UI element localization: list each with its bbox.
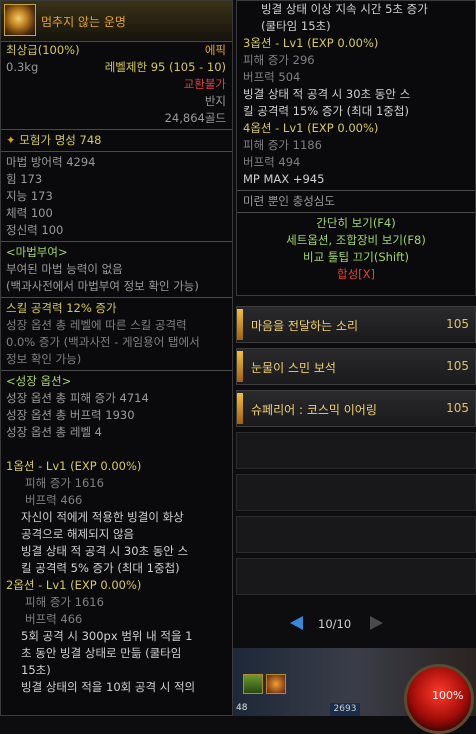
enchant-line: (백과사전에서 마법부여 정보 확인 가능) — [6, 279, 199, 293]
option4-damage: 피해 증가 1186 — [243, 138, 322, 152]
pager: 10/10 — [290, 614, 410, 636]
item-icon — [237, 351, 243, 382]
skill-header: 스킬 공격력 12% 증가 — [6, 301, 117, 315]
item-ring-icon — [4, 4, 36, 36]
fame-row: ✦ 모험가 명성 748 — [1, 132, 232, 149]
option2-line: 5회 공격 시 300px 범위 내 적을 1 — [21, 629, 193, 643]
simple-view-button[interactable]: 간단히 보기(F4) — [237, 215, 475, 232]
growth-line: 성장 옵션 총 버프력 1930 — [6, 408, 135, 422]
option1-line: 빙결 상태 적 공격 시 30초 동안 스 — [21, 544, 189, 558]
divider — [1, 129, 232, 130]
hp-percent: 100% — [432, 689, 464, 702]
item-level-limit: 레벨제한 95 (105 - 10) — [104, 60, 226, 74]
untradable-label: 교환불가 — [183, 77, 226, 91]
item-icon — [237, 309, 243, 340]
carry-line: (쿨타임 15초) — [261, 19, 331, 33]
skill-line: 성장 옵션 총 레벨에 따른 스킬 공격력 — [6, 318, 187, 332]
divider — [1, 370, 232, 371]
empty-list-slot — [236, 558, 476, 595]
enchant-header: <마법부여> — [6, 245, 68, 259]
option1-line: 킬 공격력 5% 증가 (최대 1중첩) — [21, 561, 180, 575]
tooltip-header: 멈추지 않는 운명 — [1, 1, 232, 42]
list-item-name: 슈페리어 : 코스믹 이어링 — [251, 403, 377, 417]
prev-page-icon[interactable] — [290, 616, 303, 630]
option3-line: 킬 공격력 15% 증가 (최대 1중첩) — [243, 104, 409, 118]
adventurer-fame: 모험가 명성 748 — [19, 133, 102, 147]
empty-list-slot — [236, 474, 476, 511]
stat-line: 체력 100 — [6, 206, 53, 220]
empty-list-slot — [236, 516, 476, 553]
item-grade: 최상급(100%) — [6, 43, 80, 57]
option3-buff: 버프력 504 — [243, 70, 301, 84]
item-tooltip-continued: 빙결 상태 이상 지속 시간 5초 증가 (쿨타임 15초) 3옵션 - Lv1… — [236, 0, 476, 296]
item-rarity: 에픽 — [204, 43, 226, 57]
empty-list-slot — [236, 432, 476, 469]
list-item[interactable]: 슈페리어 : 코스믹 이어링 105 — [236, 390, 476, 427]
option1-line: 자신이 적에게 적용한 빙결이 화상 — [21, 510, 184, 524]
option4-buff: 버프력 494 — [243, 155, 301, 169]
enchant-line: 부여된 마법 능력이 없음 — [6, 262, 123, 276]
growth-line: 성장 옵션 총 피해 증가 4714 — [6, 391, 149, 405]
option2-buff: 버프력 466 — [25, 612, 83, 626]
option4-mp: MP MAX +945 — [243, 172, 325, 186]
option1-line: 공격으로 해제되지 않음 — [21, 527, 135, 541]
option4-header: 4옵션 - Lv1 (EXP 0.00%) — [243, 121, 379, 135]
untradable-row: 교환불가 — [1, 76, 232, 93]
list-item-name: 마음을 전달하는 소리 — [251, 319, 358, 333]
item-weight-row: 0.3kg 레벨제한 95 (105 - 10) — [1, 59, 232, 76]
set-option-button[interactable]: 세트옵션, 조합장비 보기(F8) — [237, 232, 475, 249]
list-item-count: 105 — [446, 401, 469, 415]
item-slot: 반지 — [204, 94, 226, 108]
option3-line: 빙결 상태 적 공격 시 30초 동안 스 — [243, 87, 411, 101]
skill-line: 0.0% 증가 (백과사전 - 게임용어 탭에서 — [6, 335, 200, 349]
currency-counter: 2693 — [330, 703, 360, 716]
divider — [1, 151, 232, 152]
fame-icon: ✦ — [6, 133, 16, 147]
option1-buff: 버프력 466 — [25, 493, 83, 507]
option3-damage: 피해 증가 296 — [243, 53, 315, 67]
craft-button[interactable]: 합성[X] — [237, 266, 475, 283]
price-row: 24,864골드 — [1, 110, 232, 127]
item-tooltip-main: 멈추지 않는 운명 최상급(100%) 에픽 0.3kg 레벨제한 95 (10… — [0, 0, 233, 716]
growth-line: 성장 옵션 총 레벨 4 — [6, 425, 102, 439]
option2-line: 초 동안 빙결 상태로 만듦 (쿨타임 — [21, 646, 182, 660]
next-page-icon[interactable] — [370, 616, 383, 630]
list-item-name: 눈물이 스민 보석 — [251, 361, 336, 375]
option2-header: 2옵션 - Lv1 (EXP 0.00%) — [6, 578, 142, 592]
slot-row: 반지 — [1, 93, 232, 110]
stat-line: 힘 173 — [6, 172, 43, 186]
flavor-text: 미련 뿐인 충성심도 — [243, 194, 335, 208]
list-item[interactable]: 마음을 전달하는 소리 105 — [236, 306, 476, 343]
skill-line: 정보 확인 가능) — [6, 352, 82, 366]
item-name: 멈추지 않는 운명 — [41, 15, 126, 29]
option1-header: 1옵션 - Lv1 (EXP 0.00%) — [6, 459, 142, 473]
list-item-count: 105 — [446, 317, 469, 331]
divider — [1, 241, 232, 242]
growth-header: <성장 옵션> — [6, 374, 72, 388]
page-indicator: 10/10 — [318, 617, 352, 631]
compare-tooltip-button[interactable]: 비교 툴팁 끄기(Shift) — [237, 249, 475, 266]
list-item-count: 105 — [446, 359, 469, 373]
option2-damage: 피해 증가 1616 — [25, 595, 104, 609]
quickslot-orb-icon[interactable] — [266, 674, 286, 694]
divider — [1, 297, 232, 298]
option2-line: 15초) — [21, 663, 51, 677]
item-grade-row: 최상급(100%) 에픽 — [1, 42, 232, 59]
option1-damage: 피해 증가 1616 — [25, 476, 104, 490]
item-icon — [237, 393, 243, 424]
stat-line: 정신력 100 — [6, 223, 64, 237]
option3-header: 3옵션 - Lv1 (EXP 0.00%) — [243, 36, 379, 50]
stat-line: 지능 173 — [6, 189, 53, 203]
option2-line: 빙결 상태의 적을 10회 공격 시 적의 — [21, 680, 196, 694]
item-price: 24,864골드 — [164, 111, 226, 125]
list-item[interactable]: 눈물이 스민 보석 105 — [236, 348, 476, 385]
divider — [237, 190, 475, 191]
carry-line: 빙결 상태 이상 지속 시간 5초 증가 — [261, 2, 428, 16]
item-weight: 0.3kg — [6, 60, 39, 74]
quickslot-plus-icon[interactable] — [243, 674, 263, 694]
stat-line: 마법 방어력 4294 — [6, 155, 96, 169]
divider — [237, 212, 475, 213]
slot-number: 48 — [236, 703, 248, 713]
